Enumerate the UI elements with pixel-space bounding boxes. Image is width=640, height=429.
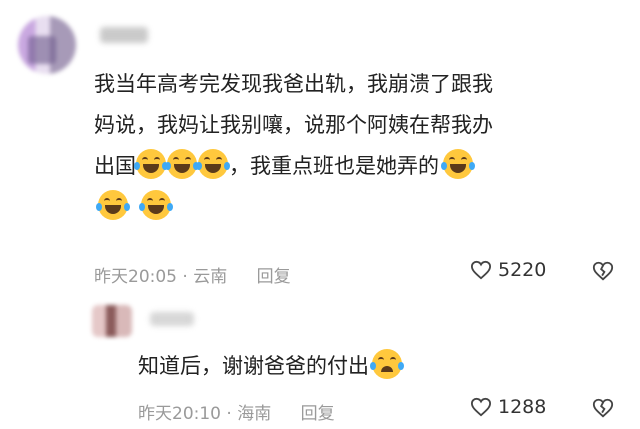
comment-text: 出国 <box>94 154 136 178</box>
heart-outline-icon <box>470 397 492 417</box>
laugh-cry-emoji <box>196 149 230 179</box>
timestamp: 昨天20:10 <box>138 404 221 424</box>
laugh-cry-emoji <box>134 149 168 179</box>
comment-meta: 昨天20:05 · 云南 回复 <box>94 262 291 287</box>
comment-meta: 昨天20:10 · 海南 回复 <box>138 399 335 424</box>
reply-body: 知道后，谢谢爸爸的付出 <box>138 346 404 387</box>
separator: · <box>226 404 232 424</box>
crying-face-emoji <box>370 349 404 379</box>
comment-line: 我当年高考完发现我爸出轨，我崩溃了跟我 <box>94 72 493 96</box>
comment-text: 知道后，谢谢爸爸的付出 <box>138 354 369 378</box>
separator: · <box>182 267 188 287</box>
reply-button[interactable]: 回复 <box>257 267 291 287</box>
username-blurred[interactable] <box>150 312 194 326</box>
like-button[interactable]: 1288 <box>470 396 546 418</box>
username-blurred[interactable] <box>100 27 148 43</box>
like-count: 1288 <box>498 396 547 418</box>
laugh-cry-emoji <box>96 190 130 220</box>
reply-button[interactable]: 回复 <box>301 404 335 424</box>
like-count: 5220 <box>498 259 547 281</box>
laugh-cry-emoji <box>139 190 173 220</box>
like-button[interactable]: 5220 <box>470 259 546 281</box>
broken-heart-icon[interactable] <box>592 397 614 419</box>
avatar[interactable] <box>18 16 76 74</box>
location: 海南 <box>237 404 272 424</box>
comment-line: 妈说，我妈让我别嚷，说那个阿姨在帮我办 <box>94 113 493 137</box>
comment-body: 我当年高考完发现我爸出轨，我崩溃了跟我 妈说，我妈让我别嚷，说那个阿姨在帮我办 … <box>94 64 493 228</box>
laugh-cry-emoji <box>165 149 199 179</box>
comment-text: ，我重点班也是她弄的 <box>229 154 439 178</box>
heart-outline-icon <box>470 260 492 280</box>
timestamp: 昨天20:05 <box>94 267 177 287</box>
location: 云南 <box>193 267 228 287</box>
broken-heart-icon[interactable] <box>592 260 614 282</box>
avatar[interactable] <box>92 305 132 337</box>
laugh-cry-emoji <box>441 149 475 179</box>
comment-line: 出国 ，我重点班也是她弄的 <box>94 146 493 187</box>
emoji-line <box>94 187 493 228</box>
